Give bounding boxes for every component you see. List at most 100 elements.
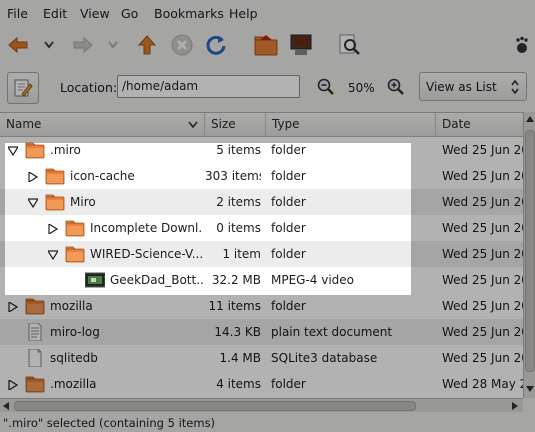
- table-row[interactable]: icon-cache 303 items folder Wed 25 Jun 20: [0, 163, 523, 189]
- expander-collapsed-icon[interactable]: [8, 378, 19, 392]
- table-row[interactable]: mozilla 11 items folder Wed 25 Jun 20: [0, 293, 523, 319]
- table-row[interactable]: .mozilla 4 items folder Wed 28 May 2: [0, 371, 523, 397]
- table-row[interactable]: WIRED-Science-V... 1 item folder Wed 25 Jun…: [0, 241, 523, 267]
- search-icon: [339, 34, 360, 55]
- column-header-date[interactable]: Date Modified: [436, 113, 523, 154]
- row-date: Wed 25 Jun 20: [442, 273, 523, 287]
- file-list[interactable]: Name Size Type Date Modified .miro 5 item…: [0, 112, 523, 399]
- row-size: 303 items: [205, 169, 261, 183]
- stop-icon: [171, 34, 193, 56]
- row-name: miro-log: [50, 325, 100, 339]
- row-type: SQLite3 database: [271, 351, 378, 365]
- menu-bookmarks[interactable]: Bookmarks: [154, 6, 224, 21]
- menu-help[interactable]: Help: [229, 6, 258, 21]
- reload-icon: [206, 35, 226, 55]
- location-bar: Location: /home/adam 50% View as List: [0, 68, 535, 108]
- expander-collapsed-icon[interactable]: [28, 170, 39, 184]
- row-name: WIRED-Science-V...: [90, 247, 203, 261]
- row-size: 1.4 MB: [219, 351, 261, 365]
- folder-icon: [25, 141, 45, 159]
- column-header-size[interactable]: Size: [205, 113, 266, 136]
- folder-icon: [65, 219, 85, 237]
- row-name: icon-cache: [70, 169, 135, 183]
- up-button[interactable]: [134, 32, 160, 58]
- edit-location-icon: [14, 79, 33, 97]
- row-type: folder: [271, 377, 306, 391]
- computer-button[interactable]: [288, 32, 314, 58]
- view-mode-label: View as List: [426, 80, 497, 94]
- toggle-location-button[interactable]: [7, 72, 39, 104]
- zoom-in-button[interactable]: [386, 77, 406, 97]
- row-date: Wed 25 Jun 20: [442, 169, 523, 183]
- row-type: folder: [271, 169, 306, 183]
- row-date: Wed 25 Jun 20: [442, 299, 523, 313]
- forward-history-button[interactable]: [106, 32, 120, 58]
- table-row[interactable]: .miro 5 items folder Wed 25 Jun 20: [0, 137, 523, 163]
- scroll-right-icon: [512, 402, 518, 410]
- menu-file[interactable]: File: [7, 6, 28, 21]
- scroll-left-icon: [3, 402, 9, 410]
- menu-go[interactable]: Go: [121, 6, 138, 21]
- zoom-level: 50%: [348, 81, 375, 95]
- zoom-out-button[interactable]: [316, 77, 336, 97]
- column-header-type[interactable]: Type: [266, 113, 436, 136]
- back-history-button[interactable]: [42, 32, 56, 58]
- table-row[interactable]: sqlitedb 1.4 MB SQLite3 database Wed 25 Jun…: [0, 345, 523, 371]
- row-size: 1 item: [222, 247, 261, 261]
- row-size: 0 items: [216, 221, 261, 235]
- row-type: MPEG-4 video: [271, 273, 355, 287]
- menu-bar: File Edit View Go Bookmarks Help: [0, 0, 535, 28]
- horizontal-scroll-thumb[interactable]: [14, 401, 416, 411]
- row-type: folder: [271, 247, 306, 261]
- menu-view[interactable]: View: [80, 6, 110, 21]
- toolbar: [0, 28, 535, 64]
- reload-button[interactable]: [203, 32, 229, 58]
- table-row[interactable]: miro-log 14.3 KB plain text document Wed 25…: [0, 319, 523, 345]
- row-date: Wed 25 Jun 20: [442, 143, 523, 157]
- zoom-out-icon: [317, 78, 334, 95]
- expander-expanded-icon[interactable]: [46, 249, 60, 261]
- row-date: Wed 25 Jun 20: [442, 195, 523, 209]
- column-header-name[interactable]: Name: [0, 113, 205, 136]
- scroll-down-icon: [526, 386, 534, 392]
- view-mode-select[interactable]: View as List: [419, 72, 527, 101]
- row-date: Wed 28 May 2: [442, 377, 523, 391]
- table-row[interactable]: Miro 2 items folder Wed 25 Jun 20: [0, 189, 523, 215]
- expander-expanded-icon[interactable]: [6, 145, 20, 157]
- computer-icon: [290, 34, 312, 55]
- menu-edit[interactable]: Edit: [43, 6, 67, 21]
- status-bar: ".miro" selected (containing 5 items): [0, 414, 535, 432]
- sort-descending-icon: [188, 121, 198, 129]
- table-row[interactable]: GeekDad_Bott... 32.2 MB MPEG-4 video Wed 25…: [0, 267, 523, 293]
- back-button[interactable]: [5, 32, 31, 58]
- row-date: Wed 25 Jun 20: [442, 221, 523, 235]
- row-size: 14.3 KB: [214, 325, 261, 339]
- stop-button[interactable]: [169, 32, 195, 58]
- home-folder-icon: [254, 35, 278, 56]
- folder-icon: [45, 193, 65, 211]
- row-type: folder: [271, 299, 306, 313]
- text-document-icon: [25, 322, 45, 342]
- home-button[interactable]: [253, 32, 279, 58]
- expander-collapsed-icon[interactable]: [48, 222, 59, 236]
- location-input[interactable]: /home/adam: [117, 75, 300, 98]
- row-size: 2 items: [216, 195, 261, 209]
- vertical-scrollbar[interactable]: [523, 112, 535, 398]
- folder-icon: [45, 167, 65, 185]
- horizontal-scrollbar[interactable]: [0, 398, 523, 412]
- scroll-up-icon: [526, 116, 534, 122]
- vertical-scroll-thumb[interactable]: [525, 130, 535, 372]
- row-name: Miro: [70, 195, 96, 209]
- forward-button[interactable]: [70, 32, 96, 58]
- document-icon: [25, 348, 45, 368]
- row-name: mozilla: [50, 299, 93, 313]
- row-size: 32.2 MB: [211, 273, 261, 287]
- row-name: Incomplete Downl...: [90, 221, 203, 235]
- search-button[interactable]: [337, 32, 363, 58]
- expander-expanded-icon[interactable]: [26, 197, 40, 209]
- row-type: folder: [271, 195, 306, 209]
- table-row[interactable]: Incomplete Downl... 0 items folder Wed 25 J…: [0, 215, 523, 241]
- row-size: 4 items: [216, 377, 261, 391]
- expander-collapsed-icon[interactable]: [8, 300, 19, 314]
- row-name: sqlitedb: [50, 351, 98, 365]
